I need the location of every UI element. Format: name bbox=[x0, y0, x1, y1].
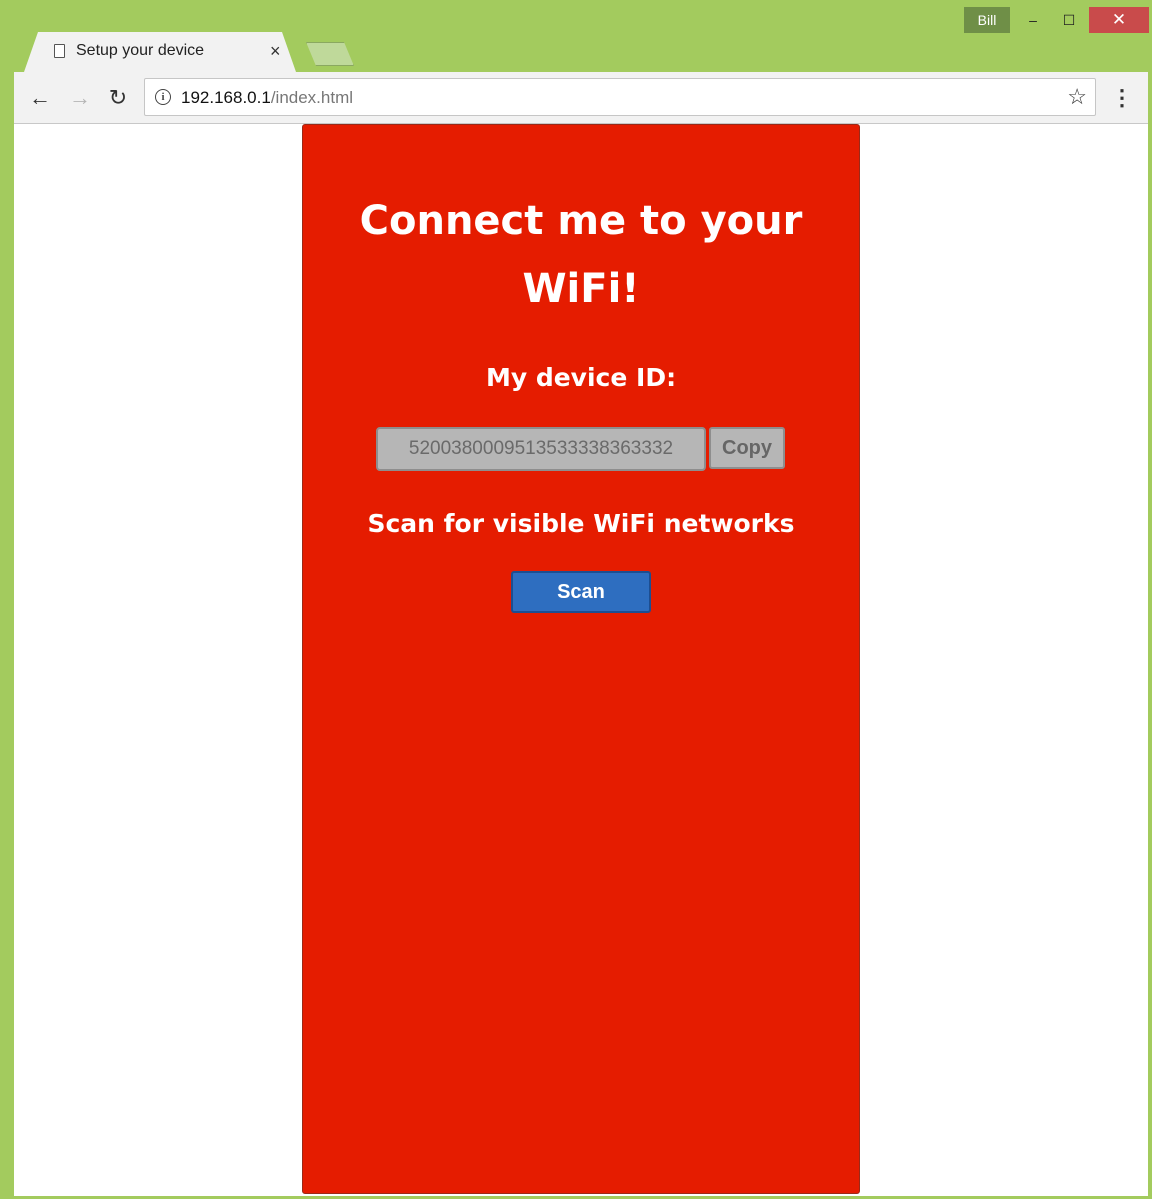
url-path: /index.html bbox=[270, 88, 354, 107]
new-tab-button[interactable] bbox=[306, 42, 354, 66]
info-icon[interactable]: i bbox=[155, 89, 171, 105]
browser-window: Bill – ☐ ✕ Setup your device × ← → ↻ i 1… bbox=[0, 0, 1152, 1199]
minimize-icon[interactable]: – bbox=[1016, 7, 1050, 33]
url-host: 192.168.0.1 bbox=[181, 88, 271, 107]
back-icon[interactable]: ← bbox=[26, 84, 54, 112]
page-icon bbox=[54, 44, 65, 58]
setup-card: Connect me to your WiFi! My device ID: C… bbox=[302, 124, 860, 1194]
tab-close-icon[interactable]: × bbox=[270, 41, 281, 62]
browser-menu-icon[interactable]: ⋮ bbox=[1108, 84, 1136, 112]
tab-title: Setup your device bbox=[76, 42, 205, 59]
browser-tab[interactable]: Setup your device × bbox=[24, 32, 296, 72]
page-viewport: Connect me to your WiFi! My device ID: C… bbox=[14, 124, 1148, 1196]
bookmark-star-icon[interactable]: ☆ bbox=[1067, 84, 1087, 110]
page-heading: Connect me to your WiFi! bbox=[303, 187, 859, 323]
browser-toolbar: ← → ↻ i 192.168.0.1/index.html ☆ ⋮ bbox=[14, 72, 1148, 124]
forward-icon[interactable]: → bbox=[66, 84, 94, 112]
address-bar[interactable]: i 192.168.0.1/index.html ☆ bbox=[144, 78, 1096, 116]
scan-button[interactable]: Scan bbox=[511, 571, 651, 613]
device-id-label: My device ID: bbox=[485, 363, 677, 392]
reload-icon[interactable]: ↻ bbox=[104, 84, 132, 112]
heading-line-2: WiFi! bbox=[522, 266, 640, 312]
heading-line-1: Connect me to your bbox=[359, 198, 803, 244]
device-id-field[interactable] bbox=[376, 427, 706, 471]
url-text[interactable]: 192.168.0.1/index.html bbox=[181, 88, 353, 108]
maximize-icon[interactable]: ☐ bbox=[1052, 7, 1086, 33]
close-window-icon[interactable]: ✕ bbox=[1089, 7, 1149, 33]
scan-label: Scan for visible WiFi networks bbox=[367, 509, 795, 538]
profile-badge[interactable]: Bill bbox=[964, 7, 1010, 33]
copy-button[interactable]: Copy bbox=[709, 427, 785, 469]
